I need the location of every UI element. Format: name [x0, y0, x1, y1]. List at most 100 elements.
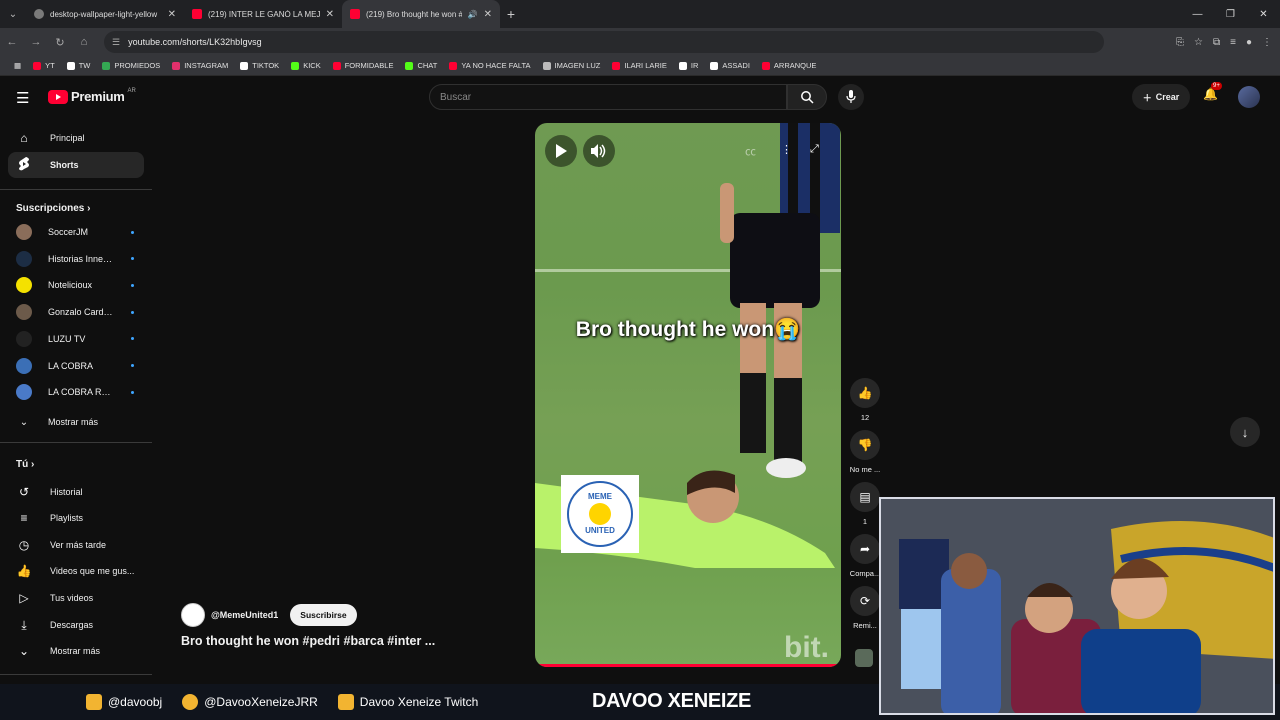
video-title[interactable]: Bro thought he won #pedri #barca #inter … [181, 634, 435, 648]
home-browser-icon[interactable]: ⌂ [72, 36, 96, 48]
channel-avatar [16, 224, 32, 240]
sidebar-item-historial[interactable]: ↺ Historial [8, 479, 144, 505]
bookmark-item[interactable]: PROMIEDOS [96, 61, 166, 70]
channel-avatar [16, 357, 32, 374]
search-button[interactable] [787, 84, 827, 110]
bookmark-star-icon[interactable]: ☆ [1194, 37, 1203, 48]
sidebar-item-label: Descargas [50, 620, 94, 630]
captions-icon[interactable]: ㏄ [745, 143, 756, 159]
bookmark-item[interactable]: ASSADI [704, 61, 756, 70]
bookmark-item[interactable]: CHAT [399, 61, 443, 70]
close-tab-icon[interactable]: ✕ [168, 9, 176, 20]
subscription-item[interactable]: LUZU TV [8, 326, 144, 352]
sidebar-item-watch-later[interactable]: ◷ Ver más tarde [8, 532, 144, 558]
sidebar-item-downloads[interactable]: ⤓ Descargas [8, 612, 144, 638]
channel-avatar[interactable] [181, 603, 205, 627]
subscription-item[interactable]: Noteliciоux [8, 272, 144, 298]
sound-thumbnail[interactable] [855, 649, 873, 667]
browser-tab-3[interactable]: (219) Bro thought he won # 🔊 ✕ [342, 0, 500, 28]
thumbs-down-icon[interactable]: 👎 [850, 430, 880, 460]
sidebar-item-principal[interactable]: ⌂ Principal [8, 125, 144, 151]
sidebar-item-your-videos[interactable]: ▷ Tus videos [8, 585, 144, 611]
video-progress-bar[interactable] [535, 664, 841, 667]
bookmark-item[interactable]: IR [673, 61, 705, 70]
apps-icon[interactable]: ▦ [8, 61, 27, 70]
bookmark-item[interactable]: KICK [285, 61, 327, 70]
dislike-action[interactable]: 👎 No me ... [849, 430, 881, 474]
voice-search-button[interactable] [838, 84, 864, 110]
search-input[interactable]: Buscar [429, 84, 787, 110]
subscription-item[interactable]: Historias Innece... [8, 246, 144, 272]
bookmark-item[interactable]: ARRANQUE [756, 61, 823, 70]
subscription-name: Historias Innece... [48, 253, 115, 264]
volume-button[interactable] [583, 135, 615, 167]
bookmark-item[interactable]: IMAGEN LUZ [537, 61, 607, 70]
play-button[interactable] [545, 135, 577, 167]
subscription-item[interactable]: SoccerJM [8, 219, 144, 245]
profile-icon[interactable]: ● [1246, 37, 1252, 48]
close-tab-icon[interactable]: ✕ [484, 9, 492, 20]
remix-icon[interactable]: ⟳ [850, 586, 880, 616]
browser-tab-1[interactable]: desktop-wallpaper-light-yellow ✕ [26, 0, 184, 28]
sidebar-item-liked-videos[interactable]: 👍 Videos que me gus... [8, 558, 144, 584]
comment-icon[interactable]: ▤ [850, 482, 880, 512]
speaker-icon[interactable]: 🔊 [468, 10, 478, 19]
tab-search-icon[interactable]: ⌄ [0, 0, 26, 28]
twitter-icon [182, 694, 199, 710]
reload-icon[interactable]: ↻ [48, 36, 72, 49]
you-heading[interactable]: Tú › [16, 459, 34, 470]
fullscreen-icon[interactable]: ⤢ [810, 143, 819, 156]
close-tab-icon[interactable]: ✕ [326, 9, 334, 20]
shorts-video-player[interactable]: ㏄ ⋮ ⤢ Bro thought he won😭 MEME UNITED bi… [535, 123, 841, 667]
menu-icon[interactable]: ⋮ [1262, 37, 1272, 48]
minimize-icon[interactable]: — [1181, 0, 1214, 28]
subscriptions-show-more[interactable]: ⌄ Mostrar más [8, 409, 144, 435]
youtube-logo-icon [48, 89, 68, 104]
extensions-icon[interactable]: ⧉ [1213, 37, 1220, 48]
bookmark-item[interactable]: TW [61, 61, 97, 70]
subscriptions-heading[interactable]: Suscripciones › [16, 203, 90, 214]
thumbs-up-icon: 👍 [16, 564, 32, 578]
bookmark-item[interactable]: FORMIDABLE [327, 61, 400, 70]
account-avatar[interactable] [1238, 86, 1260, 108]
more-options-icon[interactable]: ⋮ [781, 143, 792, 156]
plus-icon: ＋ [1142, 92, 1152, 103]
create-button[interactable]: ＋ Crear [1132, 84, 1190, 110]
next-short-button[interactable]: ↓ [1230, 417, 1260, 447]
bookmark-item[interactable]: YA NO HACE FALTA [443, 61, 536, 70]
new-content-dot [131, 310, 134, 314]
install-icon[interactable]: ⎘ [1176, 37, 1184, 48]
tab-title: (219) Bro thought he won # [366, 9, 462, 19]
close-window-icon[interactable]: ✕ [1247, 0, 1280, 28]
remix-action[interactable]: ⟳ Remi... [849, 586, 881, 630]
media-icon[interactable]: ≡ [1230, 37, 1236, 48]
bookmark-item[interactable]: TIKTOK [234, 61, 285, 70]
comments-action[interactable]: ▤ 1 [849, 482, 881, 526]
bookmark-item[interactable]: YT [27, 61, 61, 70]
subscription-item[interactable]: Gonzalo Cardozo [8, 299, 144, 325]
url-field[interactable]: ☰ youtube.com/shorts/LK32hbIgvsg [104, 31, 1104, 53]
sidebar-item-shorts[interactable]: Shorts [8, 152, 144, 178]
channel-handle[interactable]: @MemeUnited1 [211, 610, 278, 620]
share-icon[interactable]: ➦ [850, 534, 880, 564]
bookmark-item[interactable]: INSTAGRAM [166, 61, 234, 70]
back-icon[interactable]: ← [0, 36, 24, 48]
like-action[interactable]: 👍 12 [849, 378, 881, 422]
site-info-icon[interactable]: ☰ [112, 37, 120, 48]
new-tab-button[interactable]: + [500, 6, 522, 22]
bookmark-item[interactable]: ILARI LARIE [606, 61, 673, 70]
restore-icon[interactable]: ❐ [1214, 0, 1247, 28]
subscription-item[interactable]: LA COBRA Rand... [8, 379, 144, 405]
forward-icon[interactable]: → [24, 36, 48, 48]
webcam-image [881, 499, 1273, 713]
subscribe-button[interactable]: Suscribirse [290, 604, 357, 626]
youtube-premium-logo[interactable]: Premium AR [48, 88, 136, 104]
thumbs-up-icon[interactable]: 👍 [850, 378, 880, 408]
subscription-item[interactable]: LA COBRA [8, 353, 144, 379]
sidebar-item-playlists[interactable]: ≡ Playlists [8, 505, 144, 531]
browser-tab-2[interactable]: (219) INTER LE GANÓ LA MEJO ✕ [184, 0, 342, 28]
sidebar-item-show-more[interactable]: ⌄ Mostrar más [8, 638, 144, 664]
share-action[interactable]: ➦ Compa... [849, 534, 881, 578]
hamburger-menu-icon[interactable]: ☰ [16, 89, 29, 107]
notifications-bell-icon[interactable]: 🔔 9+ [1203, 82, 1222, 101]
